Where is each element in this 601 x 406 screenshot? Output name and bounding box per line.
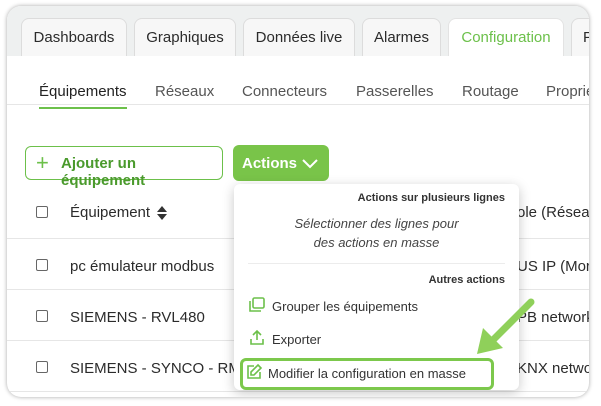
equipment-protocol: KNX netwo: [517, 360, 589, 377]
plus-icon: +: [36, 150, 49, 175]
chevron-down-icon: [302, 159, 318, 169]
group-icon: [249, 297, 265, 312]
subtab-reseaux[interactable]: Réseaux: [155, 83, 214, 100]
equipment-protocol: US IP (Mor: [517, 258, 589, 275]
other-actions-header: Autres actions: [428, 274, 505, 286]
multi-row-actions-hint: Sélectionner des lignes pour des actions…: [234, 214, 519, 252]
tab-dashboards[interactable]: Dashboards: [21, 18, 127, 56]
sort-icon[interactable]: [156, 205, 168, 221]
multi-row-actions-header: Actions sur plusieurs lignes: [357, 192, 505, 204]
menu-item-label: Grouper les équipements: [272, 299, 418, 314]
app-window: Dashboards Graphiques Données live Alarm…: [7, 6, 589, 397]
menu-item-bulk-edit-configuration[interactable]: Modifier la configuration en masse: [240, 358, 494, 390]
hint-line-1: Sélectionner des lignes pour: [294, 216, 459, 231]
export-icon: [250, 329, 264, 345]
menu-item-group-equipment[interactable]: Grouper les équipements: [244, 292, 506, 320]
actions-label: Actions: [242, 155, 298, 172]
hint-line-2: des actions en masse: [313, 235, 440, 250]
sub-navigation: Équipements Réseaux Connecteurs Passerel…: [7, 56, 589, 109]
tab-configuration[interactable]: Configuration: [448, 18, 564, 56]
equipment-name: SIEMENS - RVL480: [70, 309, 205, 326]
menu-item-export[interactable]: Exporter: [244, 325, 506, 353]
add-equipment-label: Ajouter un équipement: [61, 155, 146, 189]
row-checkbox[interactable]: [36, 310, 48, 322]
tab-alarmes[interactable]: Alarmes: [362, 18, 441, 56]
menu-item-label: Modifier la configuration en masse: [268, 366, 466, 381]
subtab-passerelles[interactable]: Passerelles: [356, 83, 434, 100]
subtab-routage[interactable]: Routage: [462, 83, 519, 100]
equipment-name: pc émulateur modbus: [70, 258, 215, 275]
menu-divider: [248, 263, 505, 264]
column-header-equipement[interactable]: Équipement: [70, 204, 150, 221]
tab-donnees-live[interactable]: Données live: [243, 18, 355, 56]
main-tab-bar: Dashboards Graphiques Données live Alarm…: [7, 6, 589, 56]
subtab-connecteurs[interactable]: Connecteurs: [242, 83, 327, 100]
tab-graphiques[interactable]: Graphiques: [134, 18, 236, 56]
equipment-name: SIEMENS - SYNCO - RM: [70, 360, 241, 377]
row-checkbox[interactable]: [36, 361, 48, 373]
tab-overflow[interactable]: P: [571, 18, 589, 56]
add-equipment-button[interactable]: + Ajouter un équipement: [25, 146, 223, 189]
menu-item-label: Exporter: [272, 332, 322, 347]
row-checkbox[interactable]: [36, 259, 48, 271]
subtab-proprietes[interactable]: Proprié: [546, 83, 589, 100]
edit-icon: [247, 363, 263, 379]
subtab-equipements[interactable]: Équipements: [39, 83, 127, 109]
select-all-checkbox[interactable]: [36, 206, 48, 218]
actions-button[interactable]: Actions: [233, 145, 329, 181]
pointer-arrow-icon: [477, 298, 535, 354]
column-header-protocole[interactable]: ole (Résea: [517, 204, 589, 221]
